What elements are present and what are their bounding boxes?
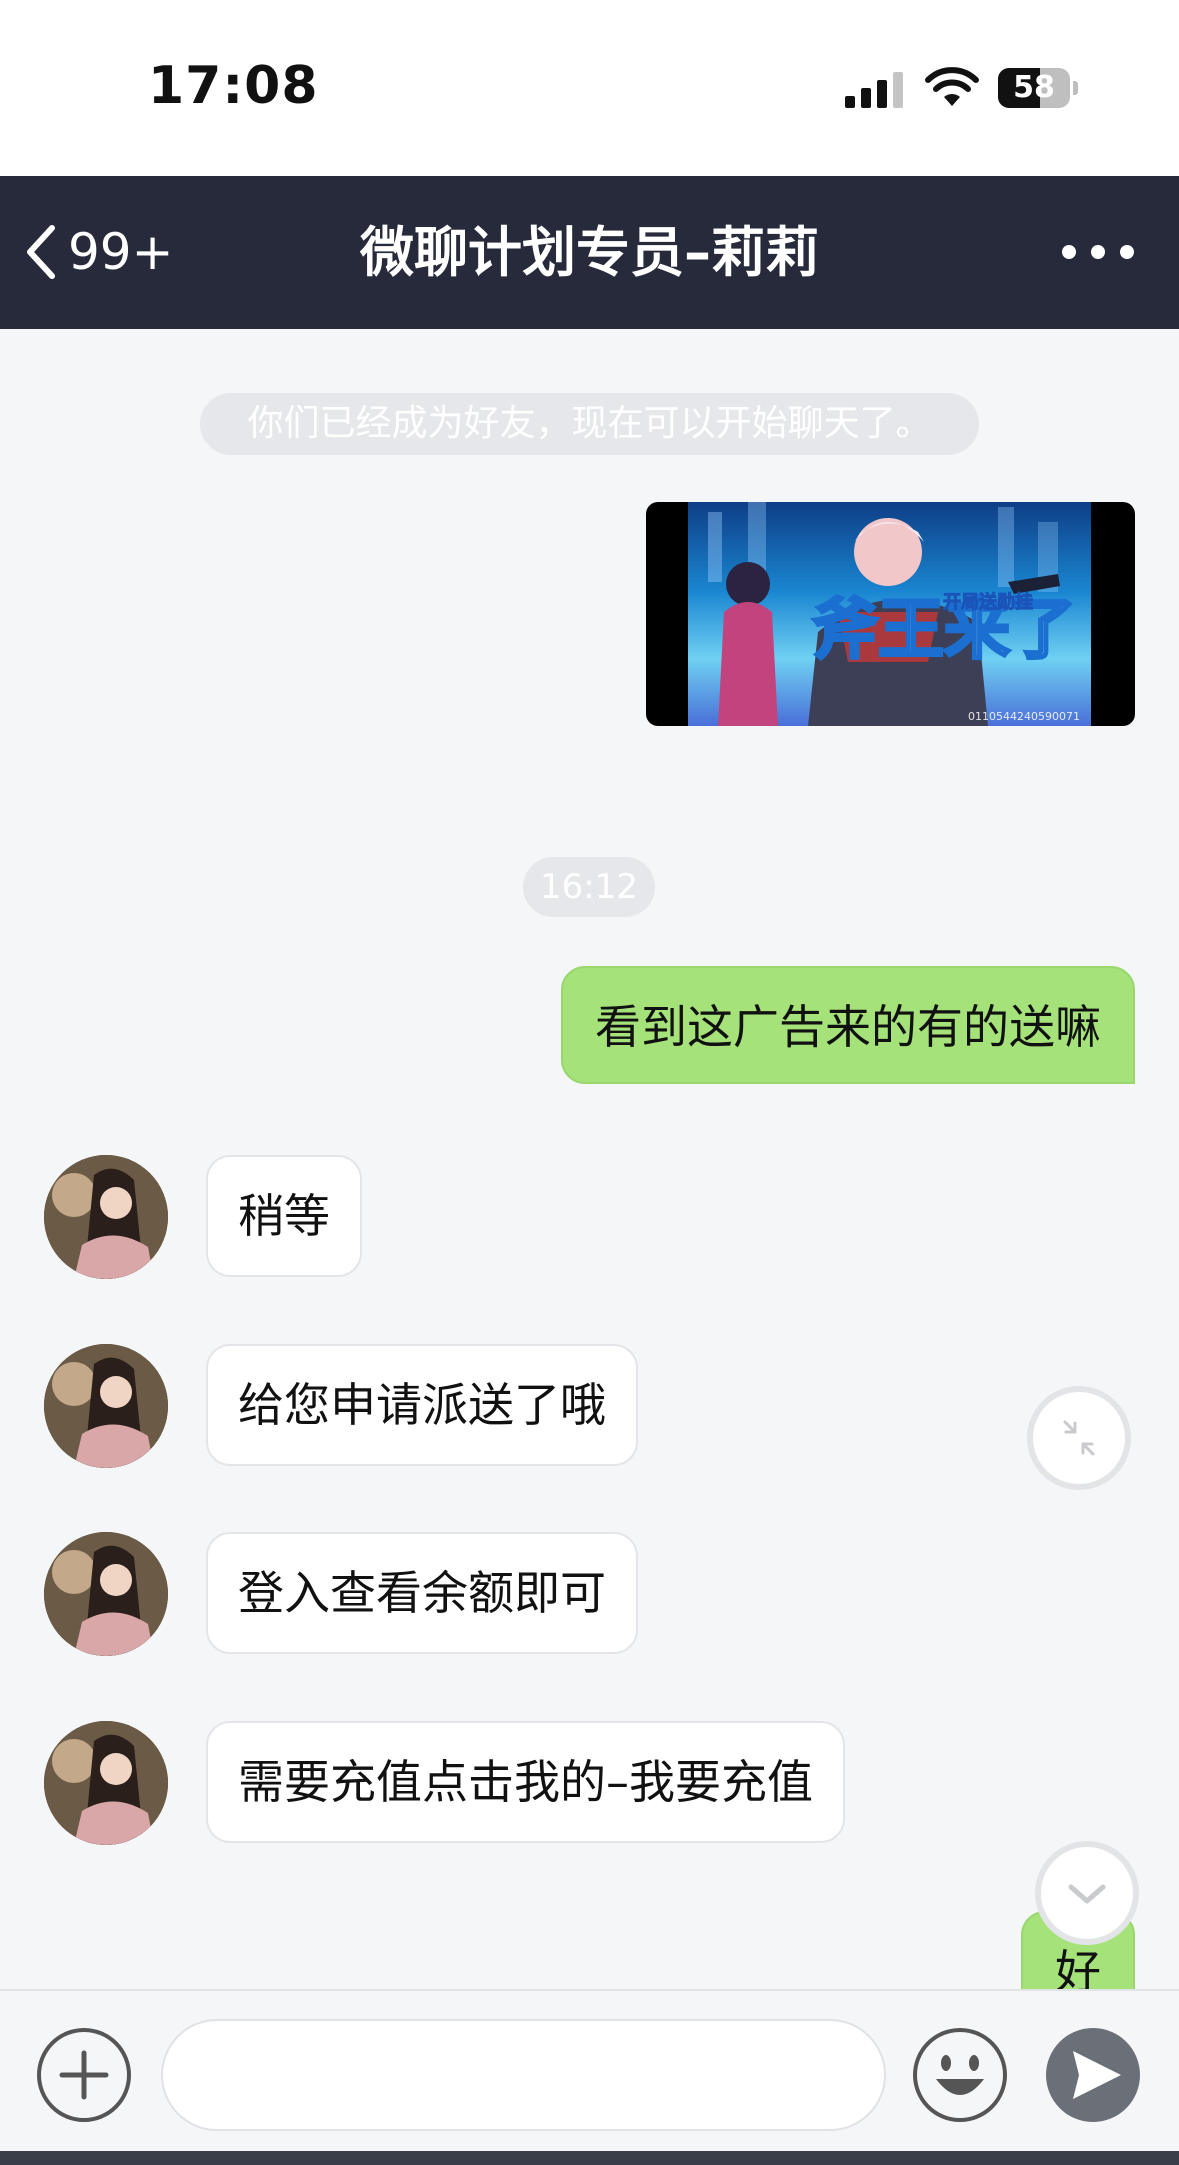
system-notice: 你们已经成为好友，现在可以开始聊天了。 xyxy=(200,393,979,455)
avatar[interactable] xyxy=(44,1532,168,1656)
back-button[interactable]: 99+ xyxy=(22,216,174,288)
avatar[interactable] xyxy=(44,1721,168,1845)
chevron-left-icon xyxy=(27,225,55,279)
status-bar: 17:08 58 xyxy=(0,0,1179,176)
status-time: 17:08 xyxy=(148,56,319,116)
message-timestamp: 16:12 xyxy=(523,857,655,917)
avatar[interactable] xyxy=(44,1344,168,1468)
collapse-button[interactable] xyxy=(1027,1386,1131,1490)
image-code-text: 0110544240590071 xyxy=(968,710,1080,723)
emoji-icon[interactable] xyxy=(912,2027,1008,2123)
image-message-picture: 斧王来了 开局送勋挂 0110544240590071 xyxy=(688,502,1091,726)
battery-percent: 58 xyxy=(1013,70,1055,105)
unread-count: 99+ xyxy=(68,223,174,281)
image-badge-text: 开局送勋挂 xyxy=(943,591,1033,613)
message-input-bar xyxy=(0,1989,1179,2153)
incoming-message[interactable]: 给您申请派送了哦 xyxy=(206,1344,638,1466)
incoming-message[interactable]: 需要充值点击我的–我要充值 xyxy=(206,1721,845,1843)
incoming-message[interactable]: 登入查看余额即可 xyxy=(206,1532,638,1654)
avatar[interactable] xyxy=(44,1155,168,1279)
chevron-down-icon xyxy=(1068,1884,1106,1904)
image-message[interactable]: 斧王来了 开局送勋挂 0110544240590071 xyxy=(646,502,1135,726)
wifi-icon xyxy=(925,67,979,106)
home-indicator-bar xyxy=(0,2151,1179,2165)
chat-title: 微聊计划专员–莉莉 xyxy=(360,221,819,284)
message-input[interactable] xyxy=(161,2019,886,2131)
more-dots-icon[interactable] xyxy=(1062,226,1134,278)
collapse-arrows-icon xyxy=(1063,1420,1095,1456)
outgoing-message[interactable]: 看到这广告来的有的送嘛 xyxy=(561,966,1135,1084)
chat-messages[interactable]: 你们已经成为好友，现在可以开始聊天了。 斧王来了 开局送勋挂 011054424… xyxy=(0,329,1179,1989)
incoming-message[interactable]: 稍等 xyxy=(206,1155,362,1277)
cellular-signal-icon xyxy=(845,72,903,108)
battery-indicator: 58 xyxy=(998,68,1078,108)
scroll-down-button[interactable] xyxy=(1035,1841,1139,1945)
plus-circle-icon[interactable] xyxy=(36,2027,132,2123)
chat-header: 99+ 微聊计划专员–莉莉 xyxy=(0,176,1179,329)
send-icon[interactable] xyxy=(1045,2027,1141,2123)
